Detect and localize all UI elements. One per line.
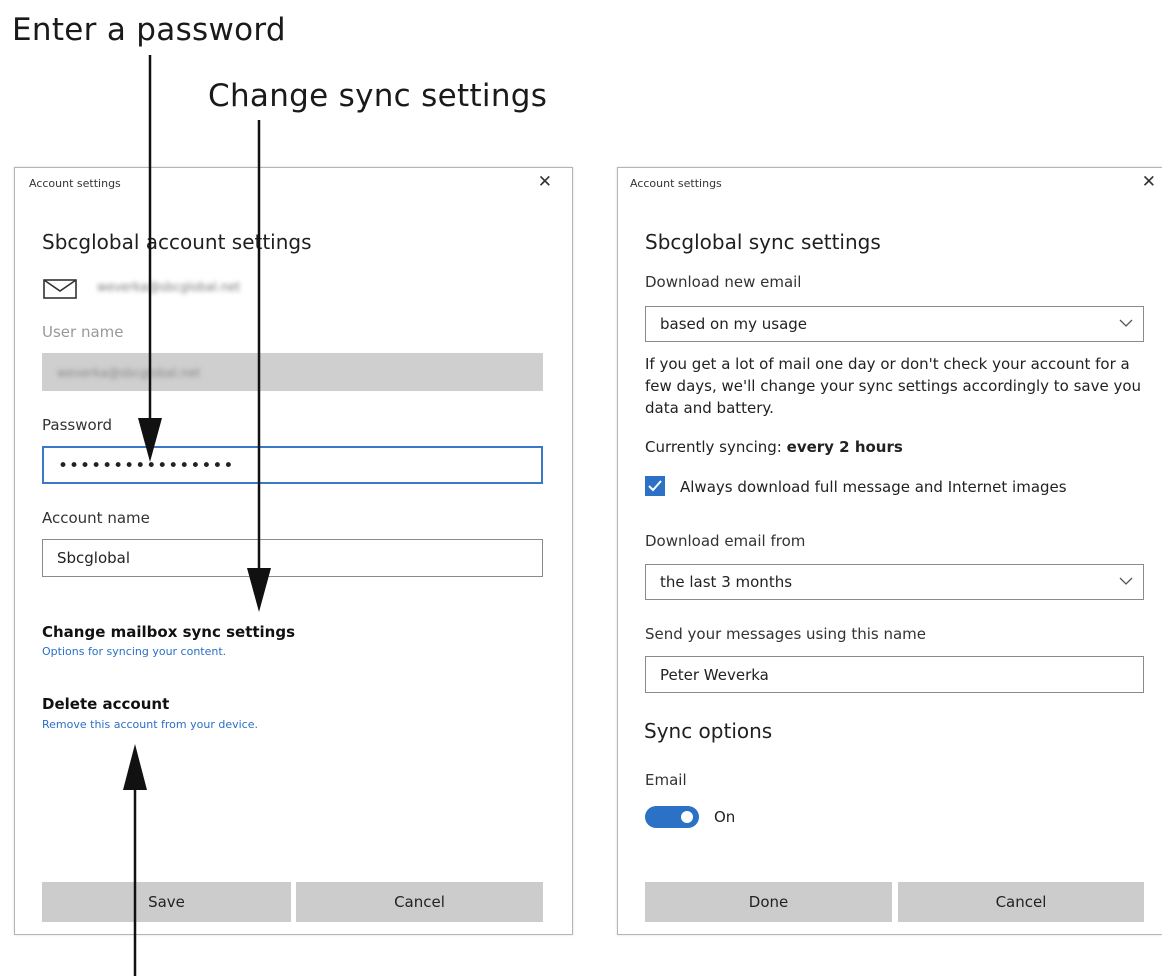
- dialog-heading: Sbcglobal account settings: [42, 230, 312, 254]
- done-button[interactable]: Done: [645, 882, 892, 922]
- username-field: weverka@sbcglobal.net: [42, 353, 543, 391]
- account-email: weverka@sbcglobal.net: [97, 280, 241, 294]
- currently-syncing-value: every 2 hours: [786, 438, 903, 456]
- toggle-state-label: On: [714, 808, 736, 826]
- send-name-label: Send your messages using this name: [645, 625, 927, 643]
- download-new-email-value: based on my usage: [660, 315, 808, 333]
- email-sync-toggle[interactable]: [645, 806, 699, 828]
- download-email-from-value: the last 3 months: [660, 573, 793, 591]
- account-settings-dialog: Account settings ✕ Sbcglobal account set…: [14, 167, 573, 935]
- download-email-from-label: Download email from: [645, 532, 806, 550]
- currently-syncing-label: Currently syncing:: [645, 438, 782, 456]
- cancel-button[interactable]: Cancel: [898, 882, 1144, 922]
- save-button[interactable]: Save: [42, 882, 291, 922]
- password-label: Password: [42, 416, 113, 434]
- envelope-icon: [43, 279, 77, 299]
- currently-syncing: Currently syncing: every 2 hours: [645, 438, 903, 456]
- account-name-field[interactable]: Sbcglobal: [42, 539, 543, 577]
- callout-change-sync: Change sync settings: [208, 78, 548, 114]
- chevron-down-icon: [1119, 319, 1133, 327]
- callout-enter-password: Enter a password: [12, 12, 286, 48]
- account-email-row: weverka@sbcglobal.net: [43, 277, 383, 301]
- delete-account-sublink[interactable]: Remove this account from your device.: [42, 718, 258, 731]
- password-field[interactable]: ••••••••••••••••: [42, 446, 543, 484]
- sync-info-text: If you get a lot of mail one day or don'…: [645, 355, 1142, 417]
- close-icon[interactable]: ✕: [1142, 172, 1156, 192]
- delete-account-link[interactable]: Delete account: [42, 695, 169, 713]
- send-name-field[interactable]: Peter Weverka: [645, 656, 1144, 693]
- toggle-knob: [681, 811, 693, 823]
- checkmark-icon: [648, 480, 662, 492]
- account-name-label: Account name: [42, 509, 150, 527]
- cancel-button[interactable]: Cancel: [296, 882, 543, 922]
- sync-settings-link[interactable]: Change mailbox sync settings: [42, 623, 295, 641]
- sync-settings-sublink[interactable]: Options for syncing your content.: [42, 645, 226, 658]
- download-full-message-checkbox[interactable]: [645, 476, 665, 496]
- chevron-down-icon: [1119, 577, 1133, 585]
- download-email-from-dropdown[interactable]: the last 3 months: [645, 564, 1144, 600]
- window-title: Account settings: [630, 177, 722, 190]
- email-sync-label: Email: [645, 771, 687, 789]
- window-title: Account settings: [29, 177, 121, 190]
- download-new-email-label: Download new email: [645, 273, 802, 291]
- download-full-message-label: Always download full message and Interne…: [680, 478, 1067, 496]
- close-icon[interactable]: ✕: [538, 172, 552, 192]
- username-label: User name: [42, 323, 124, 341]
- sync-settings-dialog: Account settings ✕ Sbcglobal sync settin…: [617, 167, 1162, 935]
- sync-options-heading: Sync options: [644, 719, 773, 743]
- download-new-email-dropdown[interactable]: based on my usage: [645, 306, 1144, 342]
- dialog-heading: Sbcglobal sync settings: [645, 230, 881, 254]
